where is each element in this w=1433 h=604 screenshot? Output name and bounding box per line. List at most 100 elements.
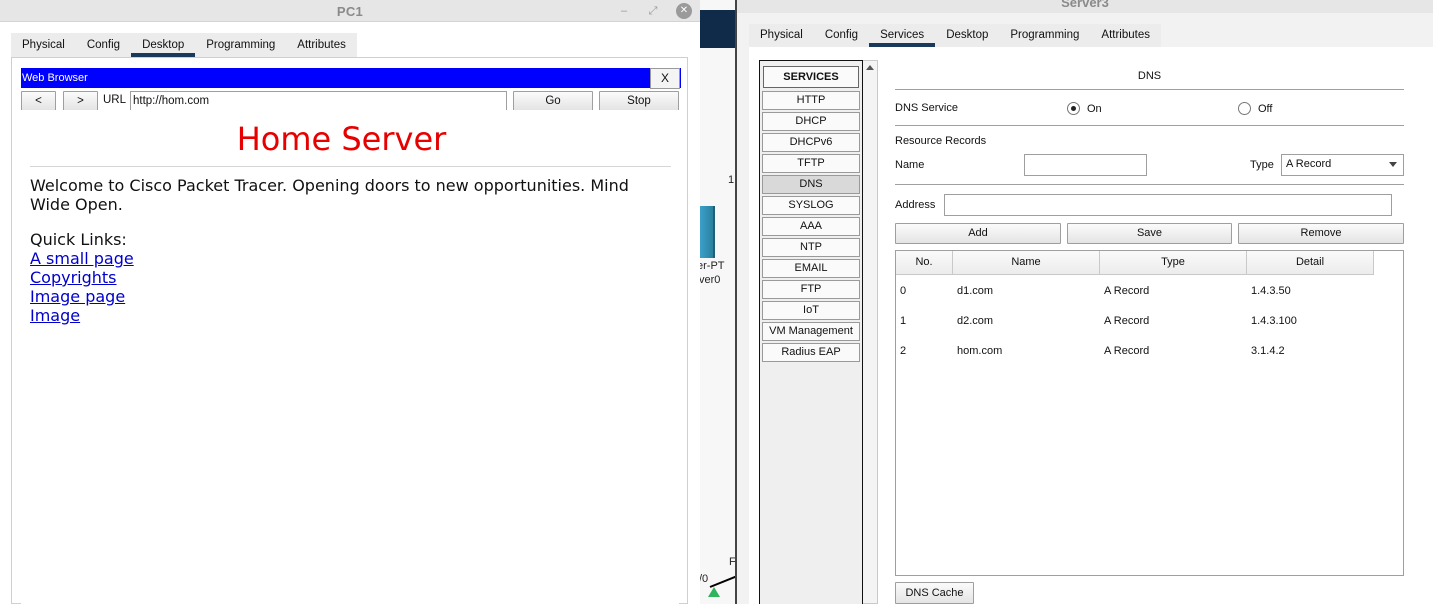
cell-detail: 1.4.3.100 [1251,315,1297,327]
type-label: Type [1250,159,1274,171]
back-button[interactable]: < [21,91,56,111]
pc1-window: PC1 – ⤢ ✕ Physical Config Desktop Progra… [0,0,700,604]
forward-button[interactable]: > [63,91,98,111]
desktop-panel: Web Browser X < > URL Go Stop Home Serve… [11,57,688,604]
cell-name: d1.com [957,285,994,297]
workspace-toolbar [700,10,740,48]
tab-physical[interactable]: Physical [11,33,76,57]
services-list: SERVICES HTTP DHCP DHCPv6 TFTP DNS SYSLO… [759,60,863,604]
service-dns[interactable]: DNS [762,175,860,194]
add-button[interactable]: Add [895,223,1061,244]
browser-close-button[interactable]: X [650,68,680,89]
workspace-background: 1 er-PT ver0 F /0 [700,0,740,604]
column-header-no[interactable]: No. [896,251,953,275]
cell-detail: 3.1.4.2 [1251,345,1285,357]
cell-type: A Record [1104,345,1150,357]
browser-page: Home Server Welcome to Cisco Packet Trac… [21,110,679,604]
tab-programming[interactable]: Programming [999,24,1090,47]
tab-desktop[interactable]: Desktop [131,33,196,57]
cell-name: hom.com [957,345,1003,357]
name-input[interactable] [1024,154,1147,176]
workspace-label-fragment: /0 [700,573,709,585]
url-label: URL [103,94,127,106]
service-dhcpv6[interactable]: DHCPv6 [762,133,860,152]
pc1-tabbar: Physical Config Desktop Programming Attr… [11,33,357,57]
type-select[interactable]: A Record [1281,154,1404,176]
tab-config[interactable]: Config [76,33,131,57]
dns-off-radio[interactable] [1238,102,1251,115]
column-header-detail[interactable]: Detail [1247,251,1374,275]
chevron-down-icon [1389,162,1397,167]
resource-records-label: Resource Records [895,135,987,147]
link-image[interactable]: Image [30,306,670,325]
window-title: Server3 [1061,0,1109,10]
link-small-page[interactable]: A small page [30,249,670,268]
welcome-text: Welcome to Cisco Packet Tracer. Opening … [30,176,629,214]
server-titlebar[interactable]: Server3 [737,0,1433,13]
table-row[interactable]: 1 d2.com A Record 1.4.3.100 [896,311,1374,331]
page-body: Welcome to Cisco Packet Tracer. Opening … [30,176,670,325]
cell-type: A Record [1104,315,1150,327]
cell-type: A Record [1104,285,1150,297]
page-divider [30,166,671,167]
service-ntp[interactable]: NTP [762,238,860,257]
divider [895,184,1404,185]
service-iot[interactable]: IoT [762,301,860,320]
scroll-up-icon[interactable] [866,65,874,70]
dns-on-radio[interactable] [1067,102,1080,115]
cell-no: 1 [900,315,907,327]
tab-attributes[interactable]: Attributes [1090,24,1161,47]
service-ftp[interactable]: FTP [762,280,860,299]
close-icon[interactable]: ✕ [676,3,692,19]
save-button[interactable]: Save [1067,223,1232,244]
server-window: Server3 Physical Config Services Desktop… [735,0,1433,604]
dns-records-table: No. Name Type Detail 0 d1.com A Record 1… [895,250,1404,576]
server-tabbar: Physical Config Services Desktop Program… [749,24,1161,47]
go-button[interactable]: Go [513,91,593,111]
service-email[interactable]: EMAIL [762,259,860,278]
address-input[interactable] [944,194,1392,216]
dns-service-label: DNS Service [895,102,958,114]
divider [895,125,1404,126]
table-header: No. Name Type Detail [896,251,1374,275]
service-aaa[interactable]: AAA [762,217,860,236]
dns-section-title: DNS [1137,70,1162,82]
services-header: SERVICES [763,66,859,88]
web-browser-titlebar: Web Browser [21,68,681,88]
maximize-icon[interactable]: ⤢ [645,3,661,19]
dns-off-label: Off [1258,103,1273,115]
link-image-page[interactable]: Image page [30,287,670,306]
service-dhcp[interactable]: DHCP [762,112,860,131]
services-scrollbar[interactable] [863,60,878,604]
service-http[interactable]: HTTP [762,91,860,110]
service-vm-management[interactable]: VM Management [762,322,860,341]
divider [895,89,1404,90]
column-header-name[interactable]: Name [953,251,1100,275]
service-radius-eap[interactable]: Radius EAP [762,343,860,362]
minimize-icon[interactable]: – [616,3,632,19]
tab-attributes[interactable]: Attributes [286,33,357,57]
cell-no: 2 [900,345,907,357]
column-header-type[interactable]: Type [1100,251,1247,275]
remove-button[interactable]: Remove [1238,223,1404,244]
tab-programming[interactable]: Programming [195,33,286,57]
server-device-icon[interactable] [700,206,715,258]
link-copyrights[interactable]: Copyrights [30,268,670,287]
radio-selected-dot [1071,106,1076,111]
table-row[interactable]: 0 d1.com A Record 1.4.3.50 [896,281,1374,301]
cell-detail: 1.4.3.50 [1251,285,1291,297]
service-tftp[interactable]: TFTP [762,154,860,173]
pc1-titlebar[interactable]: PC1 – ⤢ ✕ [0,0,700,22]
stop-button[interactable]: Stop [599,91,679,111]
tab-services[interactable]: Services [869,24,936,47]
dns-on-label: On [1087,103,1102,115]
workspace-label-fragment: 1 [728,174,735,186]
tab-desktop[interactable]: Desktop [935,24,999,47]
tab-physical[interactable]: Physical [749,24,814,47]
window-title: PC1 [336,4,364,19]
table-row[interactable]: 2 hom.com A Record 3.1.4.2 [896,341,1374,361]
tab-config[interactable]: Config [814,24,869,47]
service-syslog[interactable]: SYSLOG [762,196,860,215]
url-input[interactable] [130,91,507,111]
dns-cache-button[interactable]: DNS Cache [895,582,974,604]
